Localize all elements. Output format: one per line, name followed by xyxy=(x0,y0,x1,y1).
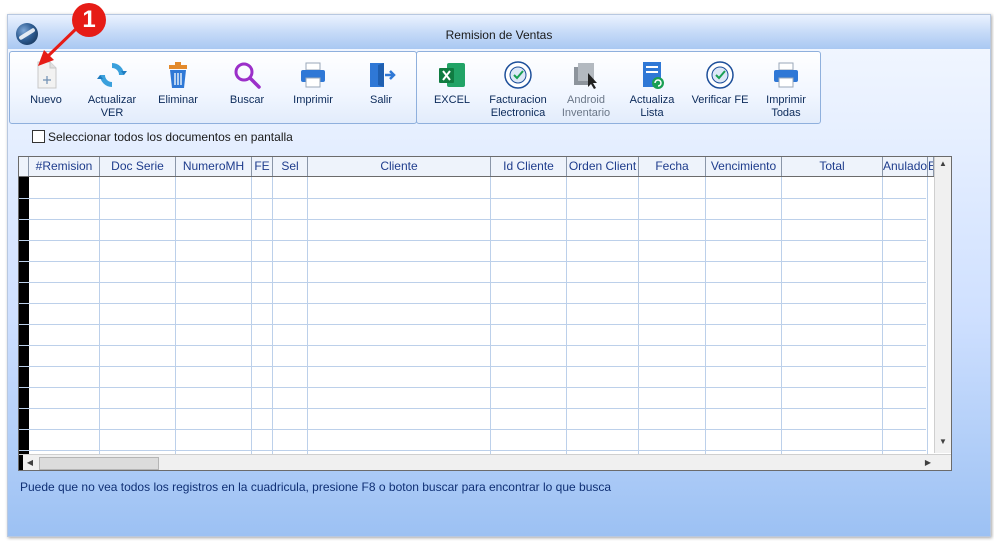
select-all-label: Seleccionar todos los documentos en pant… xyxy=(48,130,293,144)
excel-button[interactable]: EXCEL xyxy=(417,52,487,123)
table-row[interactable] xyxy=(19,219,926,241)
verificar-fe-button[interactable]: Verificar FE xyxy=(685,52,755,123)
e-invoice-seal-icon xyxy=(504,61,532,89)
remision-window: Remision de Ventas Nuevo Actualizar VER xyxy=(7,14,991,537)
horizontal-scroll-thumb[interactable] xyxy=(39,457,159,470)
toolbar-group-extra: EXCEL Facturacion Electronica Android In… xyxy=(416,51,821,124)
table-row[interactable] xyxy=(19,303,926,325)
actualiza-lista-label: Actualiza Lista xyxy=(629,94,675,119)
refresh-icon xyxy=(97,63,127,87)
grid-column-line xyxy=(490,177,491,454)
excel-icon xyxy=(439,63,465,87)
grid-column-line xyxy=(251,177,252,454)
grid-column-line xyxy=(882,177,883,454)
table-row[interactable] xyxy=(19,429,926,451)
table-row[interactable] xyxy=(19,387,926,409)
buscar-button[interactable]: Buscar xyxy=(212,52,282,123)
col-fe[interactable]: FE xyxy=(252,157,273,176)
col-numeromh[interactable]: NumeroMH xyxy=(176,157,252,176)
nuevo-label: Nuevo xyxy=(30,94,62,106)
printer-all-icon xyxy=(774,62,798,88)
imprimir-button[interactable]: Imprimir xyxy=(278,52,348,123)
grid-column-line xyxy=(307,177,308,454)
row-header-corner xyxy=(19,157,29,176)
window-title: Remision de Ventas xyxy=(445,28,553,42)
trash-icon xyxy=(169,62,187,88)
table-row[interactable] xyxy=(19,345,926,367)
col-doc-serie[interactable]: Doc Serie xyxy=(100,157,176,176)
salir-button[interactable]: Salir xyxy=(346,52,416,123)
remisiones-grid[interactable]: #Remision Doc Serie NumeroMH FE Sel Clie… xyxy=(18,156,952,471)
facturacion-button[interactable]: Facturacion Electronica xyxy=(483,52,553,123)
salir-label: Salir xyxy=(369,94,392,106)
grid-column-line xyxy=(99,177,100,454)
col-remision[interactable]: #Remision xyxy=(29,157,100,176)
android-inventario-button[interactable]: Android Inventario xyxy=(551,52,621,123)
horizontal-scrollbar[interactable]: ◀ ▶ xyxy=(19,454,951,470)
imprimir-todas-button[interactable]: Imprimir Todas xyxy=(751,52,821,123)
vertical-scrollbar[interactable]: ▲ ▼ xyxy=(934,157,951,453)
grid-column-line xyxy=(566,177,567,454)
col-total[interactable]: Total xyxy=(782,157,883,176)
verify-seal-icon xyxy=(706,61,734,89)
table-row[interactable] xyxy=(19,261,926,283)
grid-column-line xyxy=(705,177,706,454)
col-orden-cliente[interactable]: Orden Client xyxy=(567,157,639,176)
eliminar-button[interactable]: Eliminar xyxy=(143,52,213,123)
table-row[interactable] xyxy=(19,324,926,346)
grid-column-line xyxy=(927,177,928,454)
col-cliente[interactable]: Cliente xyxy=(308,157,491,176)
grid-column-line xyxy=(781,177,782,454)
grid-column-line xyxy=(175,177,176,454)
table-row[interactable] xyxy=(19,282,926,304)
table-row[interactable] xyxy=(19,240,926,262)
actualizar-label: Actualizar VER xyxy=(87,94,137,119)
eliminar-label: Eliminar xyxy=(158,94,198,106)
buscar-label: Buscar xyxy=(229,94,265,106)
select-all-row[interactable]: Seleccionar todos los documentos en pant… xyxy=(32,130,293,144)
grid-hint-text: Puede que no vea todos los registros en … xyxy=(20,480,612,494)
grid-header: #Remision Doc Serie NumeroMH FE Sel Clie… xyxy=(19,157,951,177)
row-selector-tail xyxy=(19,455,23,470)
table-row[interactable] xyxy=(19,177,926,199)
excel-label: EXCEL xyxy=(433,94,471,106)
android-inventory-icon xyxy=(574,63,597,89)
scroll-left-icon[interactable]: ◀ xyxy=(25,458,35,467)
scroll-right-icon[interactable]: ▶ xyxy=(923,458,933,467)
title-bar: Remision de Ventas xyxy=(8,15,990,49)
col-id-cliente[interactable]: Id Cliente xyxy=(491,157,567,176)
table-row[interactable] xyxy=(19,366,926,388)
magnifier-icon xyxy=(234,62,261,89)
actualiza-lista-button[interactable]: Actualiza Lista xyxy=(617,52,687,123)
imprimir-todas-label: Imprimir Todas xyxy=(766,94,806,119)
verificar-fe-label: Verificar FE xyxy=(691,94,749,106)
table-row[interactable] xyxy=(19,408,926,430)
scroll-down-icon[interactable]: ▼ xyxy=(935,437,951,446)
col-fecha[interactable]: Fecha xyxy=(639,157,706,176)
scroll-up-icon[interactable]: ▲ xyxy=(935,159,951,168)
exit-door-icon xyxy=(370,63,396,87)
grid-column-line xyxy=(638,177,639,454)
col-sel[interactable]: Sel xyxy=(273,157,308,176)
table-row[interactable] xyxy=(19,198,926,220)
select-all-checkbox[interactable] xyxy=(32,130,45,143)
printer-icon xyxy=(301,62,325,88)
grid-column-line xyxy=(272,177,273,454)
annotation-arrow-icon xyxy=(38,24,81,66)
col-anulado[interactable]: Anulado xyxy=(883,157,928,176)
imprimir-label: Imprimir xyxy=(293,94,333,106)
android-label: Android Inventario xyxy=(561,94,611,119)
col-vencimiento[interactable]: Vencimiento xyxy=(706,157,782,176)
facturacion-label: Facturacion Electronica xyxy=(489,94,547,119)
list-refresh-icon xyxy=(643,62,664,89)
